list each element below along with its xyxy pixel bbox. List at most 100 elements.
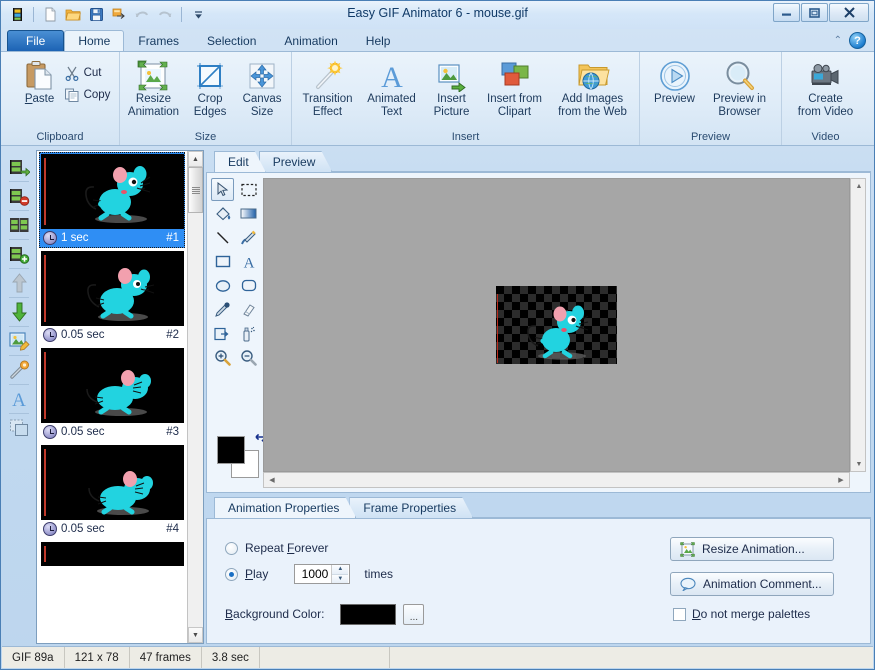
cut-button[interactable]: Cut	[64, 65, 111, 81]
spray-tool-icon[interactable]	[237, 322, 260, 345]
rectangle-tool-icon[interactable]	[211, 250, 234, 273]
do-not-merge-palettes-row[interactable]: Do not merge palettes	[670, 607, 810, 621]
minimize-button[interactable]	[773, 3, 800, 22]
resize-animation-icon-small	[680, 542, 695, 557]
gradient-tool-icon[interactable]	[237, 202, 260, 225]
add-frame-icon[interactable]	[6, 241, 32, 267]
play-count-stepper[interactable]: ▲ ▼	[294, 564, 350, 584]
canvas-scroll-up-button[interactable]: ▲	[851, 179, 867, 193]
properties-left: Repeat Forever Play ▲ ▼	[207, 519, 670, 643]
artboard[interactable]	[496, 286, 617, 364]
scroll-up-button[interactable]: ▲	[188, 151, 203, 167]
frame-item-3[interactable]: 0.05 sec #3	[39, 346, 185, 442]
color-swatches[interactable]	[217, 436, 259, 478]
play-row[interactable]: Play ▲ ▼ times	[225, 561, 670, 587]
animated-text-button[interactable]: A Animated Text	[361, 59, 423, 119]
frame-tools-icon[interactable]	[6, 357, 32, 383]
add-text-icon[interactable]: A	[6, 386, 32, 412]
cut-label: Cut	[84, 67, 102, 79]
foreground-color-swatch[interactable]	[217, 436, 245, 464]
play-count-decrement[interactable]: ▼	[332, 574, 348, 584]
animation-comment-button[interactable]: Animation Comment...	[670, 572, 834, 596]
paint-bucket-tool-icon[interactable]	[211, 202, 234, 225]
ribbon-group-insert: Transition Effect A Animated Text	[291, 52, 639, 145]
ribbon-tab-frames[interactable]: Frames	[124, 30, 193, 51]
insert-image-tool-icon[interactable]	[211, 322, 234, 345]
preview-button[interactable]: Preview	[646, 59, 704, 106]
preview-in-browser-button[interactable]: Preview in Browser	[704, 59, 776, 119]
canvas-area[interactable]	[263, 178, 850, 472]
ribbon-tab-help[interactable]: Help	[352, 30, 405, 51]
insert-clipart-button[interactable]: Insert from Clipart	[481, 59, 549, 119]
brush-tool-icon[interactable]	[237, 226, 260, 249]
ribbon-tab-home[interactable]: Home	[64, 30, 124, 51]
add-images-web-button[interactable]: Add Images from the Web	[549, 59, 637, 119]
repeat-forever-row[interactable]: Repeat Forever	[225, 535, 670, 561]
maximize-button[interactable]	[801, 3, 828, 22]
play-count-increment[interactable]: ▲	[332, 565, 348, 574]
canvas-horizontal-scrollbar[interactable]: ◀ ▶	[263, 472, 850, 488]
canvas-vertical-scrollbar[interactable]: ▲ ▼	[850, 178, 866, 472]
ribbon-tab-animation[interactable]: Animation	[270, 30, 351, 51]
scroll-track[interactable]	[188, 167, 203, 627]
editor-tabstrip: Edit Preview	[206, 150, 871, 172]
close-button[interactable]	[829, 3, 869, 22]
resize-animation-button[interactable]: Resize Animation	[123, 59, 184, 119]
frame-item-2[interactable]: 0.05 sec #2	[39, 249, 185, 345]
canvas-size-button[interactable]: Canvas Size	[236, 59, 288, 119]
frame-item-4[interactable]: 0.05 sec #4	[39, 443, 185, 539]
tab-preview[interactable]: Preview	[259, 151, 333, 172]
insert-frame-icon[interactable]	[6, 154, 32, 180]
pointer-tool-icon[interactable]	[211, 178, 234, 201]
frame-item-5[interactable]	[39, 540, 185, 568]
scroll-thumb[interactable]	[188, 167, 203, 213]
frame-thumbnail	[41, 542, 184, 566]
insert-picture-button[interactable]: Insert Picture	[423, 59, 481, 119]
help-icon[interactable]: ?	[849, 32, 866, 49]
play-radio[interactable]	[225, 568, 238, 581]
copy-button[interactable]: Copy	[64, 87, 111, 103]
crop-edges-button[interactable]: Crop Edges	[184, 59, 236, 119]
ellipse-tool-icon[interactable]	[211, 274, 234, 297]
transition-effect-button[interactable]: Transition Effect	[295, 59, 361, 119]
canvas-scroll-right-button[interactable]: ▶	[833, 473, 849, 487]
frame-duration: 1 sec	[61, 232, 89, 244]
zoom-in-tool-icon[interactable]	[211, 346, 234, 369]
ribbon-tab-selection[interactable]: Selection	[193, 30, 270, 51]
create-from-video-button[interactable]: Create from Video	[788, 59, 864, 119]
tool-palette: A	[207, 173, 263, 492]
tab-edit[interactable]: Edit	[214, 151, 266, 172]
play-count-input[interactable]	[295, 565, 331, 583]
background-color-browse-button[interactable]: ...	[403, 604, 424, 625]
move-frame-down-icon[interactable]	[6, 299, 32, 325]
crop-edges-icon	[194, 59, 226, 93]
select-all-frames-icon[interactable]	[6, 415, 32, 441]
zoom-out-tool-icon[interactable]	[237, 346, 260, 369]
edit-frame-icon[interactable]	[6, 328, 32, 354]
eyedropper-tool-icon[interactable]	[211, 298, 234, 321]
collapse-ribbon-icon[interactable]: ⌃	[834, 35, 842, 46]
tab-frame-properties[interactable]: Frame Properties	[349, 497, 473, 518]
easy-gif-animator-window: Easy GIF Animator 6 - mouse.gif File Hom…	[0, 0, 875, 670]
frame-item-1[interactable]: 1 sec #1	[39, 152, 185, 248]
duplicate-frame-icon[interactable]	[6, 212, 32, 238]
frame-list[interactable]: 1 sec #1	[36, 150, 204, 644]
frame-list-scrollbar[interactable]: ▲ ▼	[187, 151, 203, 643]
do-not-merge-palettes-checkbox[interactable]	[673, 608, 686, 621]
background-color-swatch[interactable]	[340, 604, 396, 625]
repeat-forever-radio[interactable]	[225, 542, 238, 555]
canvas-scroll-left-button[interactable]: ◀	[264, 473, 280, 487]
eraser-tool-icon[interactable]	[237, 298, 260, 321]
delete-frame-icon[interactable]	[6, 183, 32, 209]
ribbon-tab-file[interactable]: File	[7, 30, 64, 51]
scroll-down-button[interactable]: ▼	[188, 627, 203, 643]
frame-list-inner: 1 sec #1	[37, 151, 187, 643]
resize-animation-button-props[interactable]: Resize Animation...	[670, 537, 834, 561]
marquee-select-tool-icon[interactable]	[237, 178, 260, 201]
line-tool-icon[interactable]	[211, 226, 234, 249]
paste-button[interactable]: Paste	[18, 59, 62, 106]
rounded-rect-tool-icon[interactable]	[237, 274, 260, 297]
text-tool-icon[interactable]: A	[237, 250, 260, 273]
canvas-scroll-down-button[interactable]: ▼	[851, 457, 867, 471]
tab-animation-properties[interactable]: Animation Properties	[214, 497, 356, 518]
